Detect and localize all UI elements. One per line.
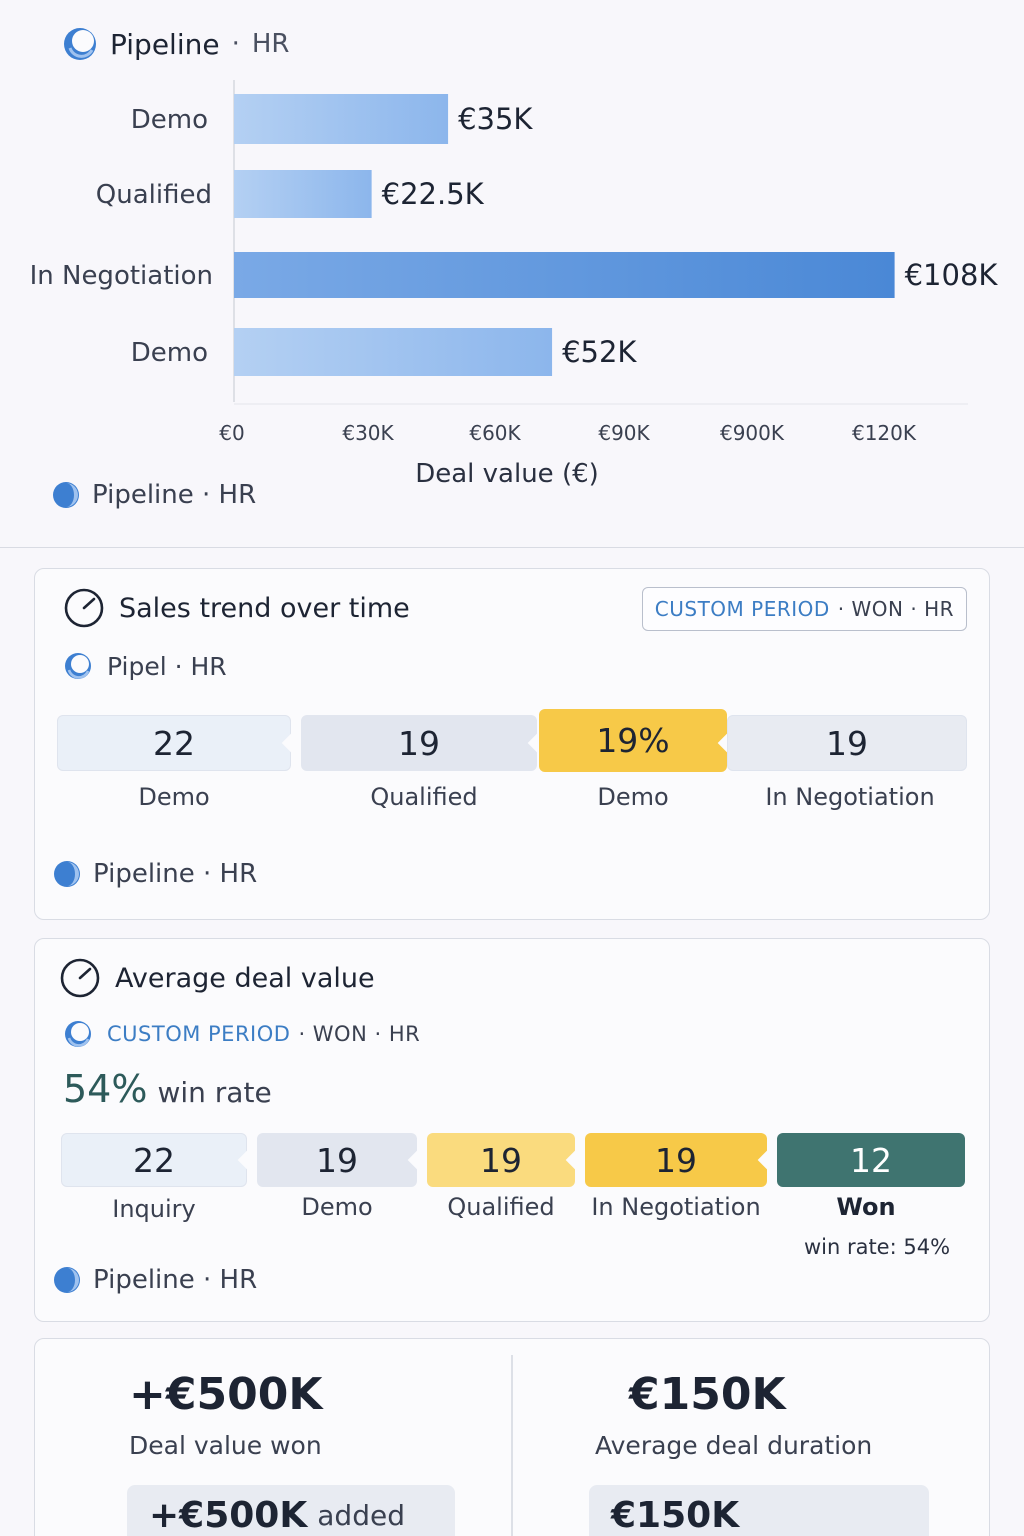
x-tick-label: €900K: [720, 421, 785, 445]
stage-value: 19%: [596, 721, 670, 760]
stage-label: Won: [836, 1193, 896, 1221]
footer-text: Pipeline · HR: [92, 480, 257, 510]
funnel-stage[interactable]: 19: [585, 1133, 767, 1187]
footer-text: Pipeline · HR: [93, 1265, 258, 1295]
pipeline-header: Pipeline · HR: [62, 26, 289, 62]
funnel-stage-won[interactable]: 12: [777, 1133, 965, 1187]
x-tick-label: €30K: [342, 421, 394, 445]
pipeline-logo-icon: [63, 651, 93, 681]
stage-value: 12: [850, 1140, 892, 1180]
card-title: Sales trend over time: [63, 587, 410, 629]
funnel-stage[interactable]: 19: [301, 715, 537, 771]
category-label: Demo: [131, 338, 208, 368]
win-rate: 54% win rate: [63, 1067, 272, 1111]
stage-label: Qualified: [447, 1193, 555, 1221]
chip-period: CUSTOM PERIOD: [654, 597, 830, 621]
card-title-text: Average deal value: [115, 962, 375, 994]
subtitle-text: Pipel · HR: [107, 651, 227, 681]
footer-text: Pipeline · HR: [93, 859, 258, 889]
gauge-icon: [59, 957, 101, 999]
pill-value: +€500K: [149, 1494, 308, 1536]
stage-label: In Negotiation: [591, 1193, 761, 1221]
stage-value: 19: [316, 1140, 358, 1180]
x-tick-label: €120K: [852, 421, 917, 445]
team-name: HR: [251, 29, 290, 59]
funnel-stage[interactable]: 19: [257, 1133, 417, 1187]
x-tick-label: €0: [219, 421, 244, 445]
stage-label: Demo: [301, 1193, 373, 1221]
pipeline-chart-section: Pipeline · HR Demo €35K Qualified €22.5K In …: [0, 0, 1024, 548]
won-win-rate-note: win rate: 54%: [803, 1235, 951, 1259]
card-footer: Pipeline · HR: [53, 1265, 257, 1295]
x-axis-title: Deal value (€): [415, 459, 599, 489]
category-label: Demo: [131, 105, 208, 135]
bar-3[interactable]: [234, 328, 553, 376]
value-label: €35K: [458, 102, 533, 136]
category-label: Qualified: [96, 180, 212, 210]
card-title-text: Sales trend over time: [119, 592, 410, 624]
card-subtitle: Pipel · HR: [63, 651, 227, 681]
pipeline-logo-icon: [53, 1266, 81, 1294]
chip-filters: · WON · HR: [837, 597, 954, 621]
bar-2[interactable]: [234, 252, 895, 298]
header-separator: ·: [231, 29, 240, 59]
value-label: €108K: [905, 258, 999, 292]
average-deal-value-card: Average deal value CUSTOM PERIOD · WON ·…: [34, 938, 990, 1322]
pipeline-logo-icon: [62, 26, 98, 62]
deal-value-won-label: Deal value won: [129, 1431, 322, 1460]
average-deal-duration-value: €150K: [629, 1369, 786, 1420]
stage-value: 19: [655, 1140, 697, 1180]
funnel-stage-highlight[interactable]: 19%: [539, 709, 727, 772]
deal-value-won-value: +€500K: [129, 1369, 323, 1420]
kpi-divider: [511, 1355, 513, 1536]
stage-label: Demo: [597, 783, 669, 811]
stage-value: 19: [826, 723, 868, 763]
stage-label: In Negotiation: [765, 783, 935, 811]
stage-value: 19: [480, 1140, 522, 1180]
win-rate-value: 54%: [63, 1067, 148, 1111]
deal-value-bar-chart: Demo €35K Qualified €22.5K In Negotiation €10…: [30, 80, 999, 489]
value-label: €22.5K: [382, 177, 485, 211]
category-label: In Negotiation: [30, 261, 213, 291]
filter-label: · WON · HR: [298, 1022, 421, 1046]
bar-1[interactable]: [234, 170, 372, 218]
kpi-card: +€500K Deal value won +€500K added €150K…: [34, 1338, 990, 1536]
card-subtitle: CUSTOM PERIOD · WON · HR: [63, 1019, 420, 1049]
x-tick-label: €90K: [598, 421, 650, 445]
card-footer: Pipeline · HR: [53, 859, 257, 889]
value-label: €52K: [562, 335, 637, 369]
deal-value-added-pill: +€500K added: [127, 1485, 455, 1536]
funnel-stage[interactable]: 19: [427, 1133, 575, 1187]
sales-trend-card: Sales trend over time CUSTOM PERIOD · WO…: [34, 568, 990, 920]
x-tick-label: €60K: [469, 421, 521, 445]
stage-value: 22: [153, 723, 195, 763]
funnel-stage[interactable]: 19: [727, 715, 967, 771]
stage-label: Inquiry: [112, 1195, 196, 1223]
bar-0[interactable]: [234, 94, 449, 144]
card-title: Average deal value: [59, 957, 375, 999]
funnel-stage[interactable]: 22: [57, 715, 291, 771]
pipeline-logo-icon: [53, 860, 81, 888]
period-label: CUSTOM PERIOD: [107, 1022, 291, 1046]
stage-label: Qualified: [370, 783, 478, 811]
gauge-icon: [63, 587, 105, 629]
pipeline-logo-icon: [52, 481, 80, 509]
period-filter-chip[interactable]: CUSTOM PERIOD · WON · HR: [641, 587, 967, 631]
win-rate-label: win rate: [157, 1076, 272, 1109]
funnel-stage[interactable]: 22: [61, 1133, 247, 1187]
pill-label: added: [317, 1498, 405, 1532]
stage-value: 22: [133, 1140, 175, 1180]
page-title: Pipeline: [110, 27, 220, 61]
top-footer: Pipeline · HR: [52, 480, 256, 510]
pill-value: €150K: [611, 1494, 740, 1536]
stage-label: Demo: [138, 783, 210, 811]
average-deal-duration-pill: €150K: [589, 1485, 929, 1536]
stage-value: 19: [398, 723, 440, 763]
average-deal-duration-label: Average deal duration: [595, 1431, 873, 1460]
pipeline-logo-icon: [63, 1019, 93, 1049]
